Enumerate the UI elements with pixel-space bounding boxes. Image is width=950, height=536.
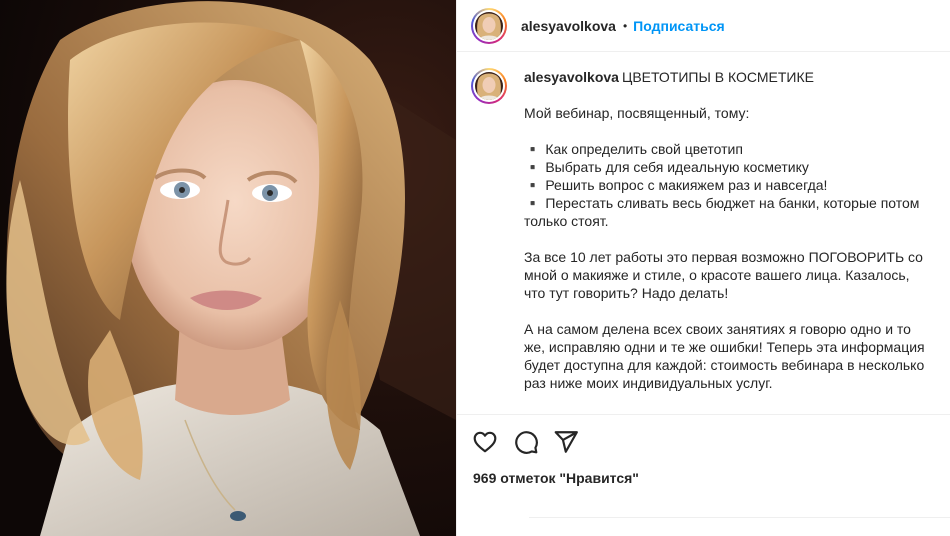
caption-bullets: ▪️ Как определить свой цветотип ▪️ Выбра… — [524, 140, 934, 230]
share-icon[interactable] — [553, 429, 579, 455]
caption-bullet: только стоят. — [524, 213, 609, 229]
follow-button[interactable]: Подписаться — [633, 18, 725, 34]
avatar-image-icon — [475, 72, 503, 100]
caption-line: что тут говорить? Надо делать! — [524, 285, 729, 301]
comment-icon[interactable] — [513, 429, 539, 455]
post-photo[interactable] — [0, 0, 456, 536]
heart-icon[interactable] — [472, 429, 498, 455]
caption-bullet: ▪️ Перестать сливать весь бюджет на банк… — [524, 195, 920, 211]
caption-line: же, исправляю одни и те же ошибки! Тепер… — [524, 339, 925, 355]
caption-bullet: ▪️ Как определить свой цветотип — [524, 141, 743, 157]
header-username[interactable]: alesyavolkova — [521, 18, 616, 34]
post-actions: 969 отметок "Нравится" — [457, 414, 950, 534]
caption-line: За все 10 лет работы это первая возможно… — [524, 249, 923, 265]
caption-title: ЦВЕТОТИПЫ В КОСМЕТИКЕ — [621, 69, 814, 85]
caption-line: раз ниже моих индивидуальных услуг. — [524, 375, 773, 391]
caption-bullet: ▪️ Выбрать для себя идеальную косметику — [524, 159, 809, 175]
caption-paragraph-2: За все 10 лет работы это первая возможно… — [524, 248, 934, 302]
caption-bullet: ▪️ Решить вопрос с макияжем раз и навсег… — [524, 177, 828, 193]
post-header: alesyavolkova • Подписаться — [457, 0, 950, 52]
avatar-image-icon — [475, 11, 503, 40]
caption-username[interactable]: alesyavolkova — [524, 69, 619, 85]
post-side-panel: alesyavolkova • Подписаться alesyavolkov… — [456, 0, 950, 536]
portrait-photo — [0, 0, 456, 536]
post-caption: alesyavolkova ЦВЕТОТИПЫ В КОСМЕТИКЕ Мой в… — [471, 68, 937, 392]
avatar[interactable] — [471, 7, 507, 44]
caption-avatar[interactable] — [471, 68, 507, 104]
divider — [529, 517, 950, 518]
caption-paragraph-3: А на самом делена всех своих занятиях я … — [524, 320, 934, 392]
caption-intro: Мой вебинар, посвященный, тому: — [524, 105, 750, 121]
likes-count[interactable]: 969 отметок "Нравится" — [473, 470, 639, 486]
header-separator: • — [622, 18, 628, 33]
caption-text: alesyavolkova ЦВЕТОТИПЫ В КОСМЕТИКЕ Мой в… — [524, 68, 934, 392]
caption-line: будет доступна для каждой: стоимость веб… — [524, 357, 925, 373]
caption-line: мной о макияже и стиле, о красоте вашего… — [524, 267, 910, 283]
caption-line: А на самом делена всех своих занятиях я … — [524, 321, 911, 337]
